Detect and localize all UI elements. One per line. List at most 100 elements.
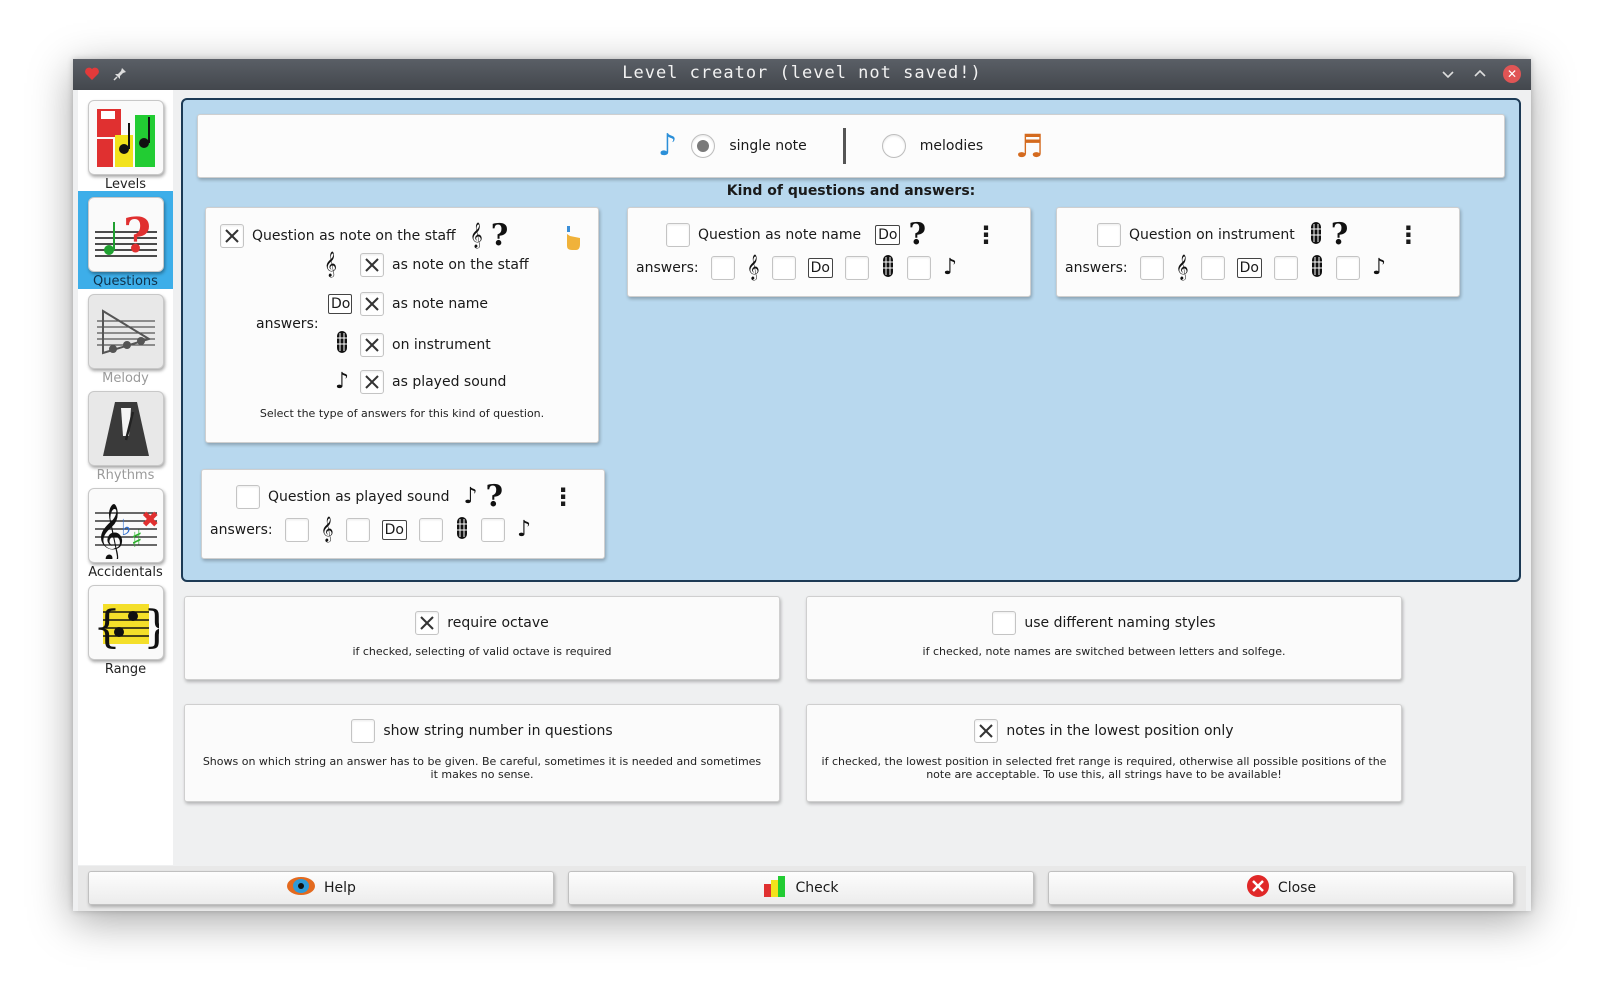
answer-instrument-icon xyxy=(332,331,352,358)
sidebar-label-rhythms: Rhythms xyxy=(96,468,155,483)
answer-on-instrument-label: on instrument xyxy=(392,336,491,353)
qname-answer-sound-checkbox[interactable] xyxy=(906,256,931,280)
accidentals-icon: 𝄞 ♭ ♯ ✖ xyxy=(87,488,164,563)
qname-answer-name-checkbox[interactable] xyxy=(771,256,796,280)
answer-as-note-name-checkbox[interactable] xyxy=(360,292,384,316)
qinst-answer-staff-checkbox[interactable] xyxy=(1139,256,1164,280)
qinst-answer-name-checkbox[interactable] xyxy=(1200,256,1225,280)
answer-on-instrument-checkbox[interactable] xyxy=(360,332,384,357)
sound-icon: ♪ xyxy=(1371,255,1386,280)
help-icon xyxy=(286,874,316,902)
naming-styles-desc: if checked, note names are switched betw… xyxy=(922,645,1286,658)
minimize-icon[interactable] xyxy=(1439,65,1457,83)
question-sound-answers-label: answers: xyxy=(210,522,273,538)
question-staff-card: Question as note on the staff 𝄞 ? answer… xyxy=(205,207,599,443)
sidebar-item-levels[interactable]: Levels xyxy=(78,94,173,192)
lowest-position-checkbox[interactable] xyxy=(974,719,999,743)
qname-answer-instrument-checkbox[interactable] xyxy=(844,256,869,280)
qinst-answer-instrument-checkbox[interactable] xyxy=(1273,256,1298,280)
maximize-icon[interactable] xyxy=(1471,65,1489,83)
sidebar-label-questions: Questions xyxy=(93,274,158,289)
instrument-icon xyxy=(1310,255,1324,281)
qsound-answer-instrument-checkbox[interactable] xyxy=(418,518,443,542)
sound-icon: ♪ xyxy=(942,255,957,280)
lowest-position-option: notes in the lowest position only if che… xyxy=(806,704,1402,802)
close-label: Close xyxy=(1277,880,1317,896)
check-icon xyxy=(763,874,787,902)
question-sound-title: Question as played sound xyxy=(268,489,450,505)
question-instrument-checkbox[interactable] xyxy=(1097,223,1121,247)
answer-as-played-sound-checkbox[interactable] xyxy=(360,370,384,394)
close-window-icon[interactable]: ✕ xyxy=(1503,65,1521,83)
melodies-radio[interactable] xyxy=(881,134,906,158)
qinst-answer-sound-checkbox[interactable] xyxy=(1335,256,1360,280)
melodies-label: melodies xyxy=(919,138,984,154)
question-staff-checkbox[interactable] xyxy=(220,224,244,248)
questions-panel: ♪ single note melodies ♬ Kind of questio… xyxy=(181,98,1521,582)
answer-staff-icon: 𝄞 xyxy=(324,252,338,277)
sound-icon: ♪ xyxy=(463,484,478,509)
close-button[interactable]: Close xyxy=(1048,871,1514,905)
single-note-icon: ♪ xyxy=(658,128,678,163)
more-options-icon[interactable]: ⋮ xyxy=(974,223,998,247)
more-options-icon[interactable]: ⋮ xyxy=(1396,223,1420,247)
svg-text:✖: ✖ xyxy=(141,508,159,533)
pointer-hand-icon xyxy=(562,224,582,256)
svg-text:}: } xyxy=(143,602,159,653)
metronome-icon xyxy=(87,391,164,466)
staff-icon: 𝄞 xyxy=(1175,255,1189,280)
question-mark-icon: ? xyxy=(490,218,509,253)
sidebar-label-range: Range xyxy=(104,662,147,677)
answer-note-name-icon: Do xyxy=(328,294,352,314)
kind-of-questions-title: Kind of questions and answers: xyxy=(726,183,976,199)
string-number-desc: Shows on which string an answer has to b… xyxy=(202,755,762,781)
question-name-checkbox[interactable] xyxy=(666,223,690,247)
naming-styles-checkbox[interactable] xyxy=(992,611,1017,635)
mode-separator xyxy=(842,128,846,164)
svg-text:{: { xyxy=(93,602,121,653)
sidebar-item-rhythms[interactable]: Rhythms xyxy=(78,385,173,483)
sidebar-item-range[interactable]: { } Range xyxy=(78,579,173,677)
question-staff-title: Question as note on the staff xyxy=(252,228,456,244)
string-number-label: show string number in questions xyxy=(383,723,613,739)
svg-text:?: ? xyxy=(123,208,151,264)
note-name-icon: Do xyxy=(875,225,901,245)
question-name-card: Question as note name Do ? ⋮ answers: 𝄞 … xyxy=(627,207,1031,297)
note-name-icon: Do xyxy=(1236,258,1262,278)
sidebar-item-questions[interactable]: ? Questions xyxy=(78,191,173,289)
single-note-label: single note xyxy=(729,138,807,154)
sidebar-label-accidentals: Accidentals xyxy=(88,565,163,580)
help-label: Help xyxy=(324,880,356,896)
instrument-icon xyxy=(1309,222,1323,248)
note-name-icon: Do xyxy=(381,520,407,540)
sidebar-item-accidentals[interactable]: 𝄞 ♭ ♯ ✖ Accidentals xyxy=(78,482,173,580)
require-octave-label: require octave xyxy=(447,615,549,631)
answer-as-note-on-staff-label: as note on the staff xyxy=(392,257,529,273)
qsound-answer-sound-checkbox[interactable] xyxy=(480,518,505,542)
levels-icon xyxy=(87,100,164,175)
string-number-option: show string number in questions Shows on… xyxy=(184,704,780,802)
string-number-checkbox[interactable] xyxy=(351,719,376,743)
qsound-answer-staff-checkbox[interactable] xyxy=(284,518,309,542)
question-instrument-answers-label: answers: xyxy=(1065,260,1128,276)
sidebar-item-melody[interactable]: Melody xyxy=(78,288,173,386)
instrument-icon xyxy=(455,517,469,543)
qname-answer-staff-checkbox[interactable] xyxy=(710,256,735,280)
single-note-radio[interactable] xyxy=(691,134,716,158)
help-button[interactable]: Help xyxy=(88,871,554,905)
check-button[interactable]: Check xyxy=(568,871,1034,905)
button-bar: Help Check Close xyxy=(78,866,1526,911)
answer-as-note-on-staff-checkbox[interactable] xyxy=(360,253,384,277)
answer-as-note-name-label: as note name xyxy=(392,296,489,312)
more-options-icon[interactable]: ⋮ xyxy=(551,485,575,509)
instrument-icon xyxy=(881,255,895,281)
close-icon xyxy=(1246,874,1270,902)
question-sound-checkbox[interactable] xyxy=(236,485,260,509)
sidebar-label-levels: Levels xyxy=(104,177,147,192)
naming-styles-label: use different naming styles xyxy=(1024,615,1216,631)
level-creator-window: Level creator (level not saved!) ✕ Level… xyxy=(73,59,1531,911)
require-octave-checkbox[interactable] xyxy=(415,611,440,635)
qsound-answer-name-checkbox[interactable] xyxy=(345,518,370,542)
require-octave-option: require octave if checked, selecting of … xyxy=(184,596,780,680)
question-mark-icon: ? xyxy=(908,217,927,252)
